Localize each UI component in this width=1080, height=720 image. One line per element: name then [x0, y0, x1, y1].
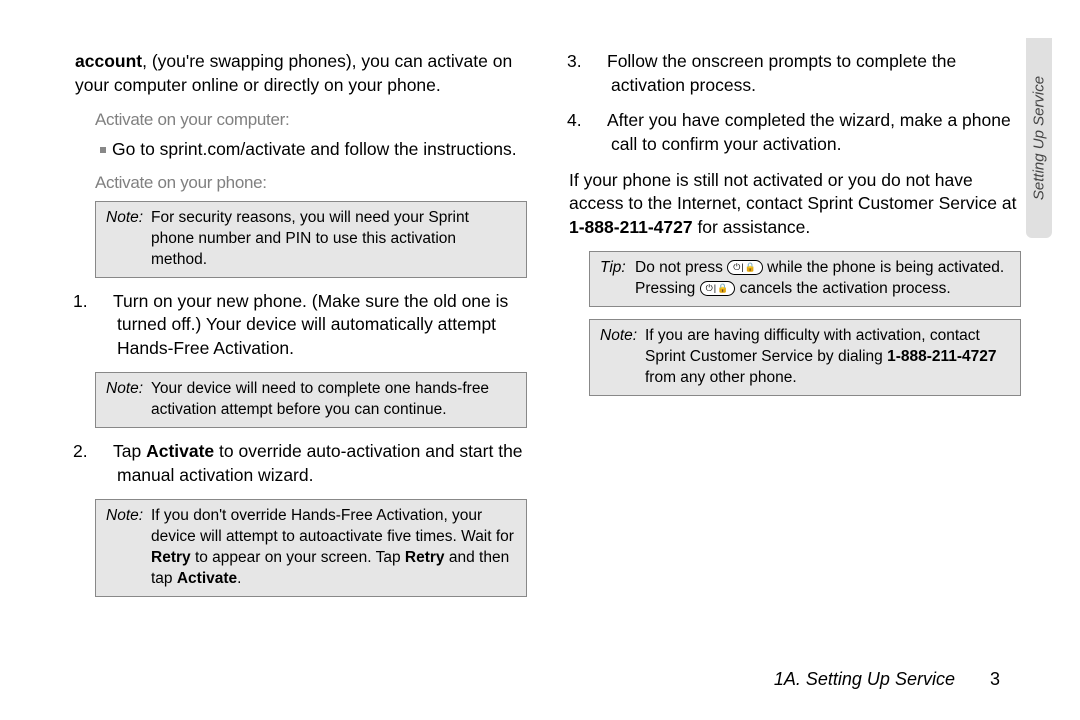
step-1: 1.Turn on your new phone. (Make sure the… — [95, 290, 527, 361]
step-text-a: Tap — [113, 441, 146, 461]
step-number: 4. — [589, 109, 607, 133]
note-body: For security reasons, you will need your… — [151, 208, 516, 271]
step-text: After you have completed the wizard, mak… — [607, 110, 1011, 154]
steps-list-right: 3.Follow the onscreen prompts to complet… — [569, 50, 1021, 157]
step-number: 1. — [95, 290, 113, 314]
subhead-phone: Activate on your phone: — [95, 172, 527, 195]
note-label: Note: — [600, 326, 645, 389]
note-label: Note: — [106, 379, 151, 421]
subhead-computer: Activate on your computer: — [95, 109, 527, 132]
step-text: Follow the onscreen prompts to complete … — [607, 51, 956, 95]
step-number: 2. — [95, 440, 113, 464]
t: If you don't override Hands-Free Activat… — [151, 507, 514, 545]
note-body: If you don't override Hands-Free Activat… — [151, 506, 516, 590]
bullet-computer: Go to sprint.com/activate and follow the… — [100, 138, 527, 162]
tip-body: Do not press while the phone is being ac… — [635, 258, 1010, 300]
tip-label: Tip: — [600, 258, 635, 300]
t: from any other phone. — [645, 369, 797, 386]
steps-list-left-2: 2.Tap Activate to override auto-activati… — [75, 440, 527, 487]
step-number: 3. — [589, 50, 607, 74]
intro-lead: account — [75, 51, 142, 71]
step-3: 3.Follow the onscreen prompts to complet… — [589, 50, 1021, 97]
note-body: If you are having difficulty with activa… — [645, 326, 1010, 389]
step-text: Turn on your new phone. (Make sure the o… — [113, 291, 508, 358]
note-box-1: Note: For security reasons, you will nee… — [95, 201, 527, 278]
note-body: Your device will need to complete one ha… — [151, 379, 516, 421]
t: to appear on your screen. Tap — [191, 549, 405, 566]
step-text-b: Activate — [146, 441, 214, 461]
power-lock-icon — [700, 281, 736, 296]
intro-paragraph: account, (you're swapping phones), you c… — [75, 50, 527, 97]
manual-page: account, (you're swapping phones), you c… — [0, 0, 1080, 720]
t: for assistance. — [693, 217, 811, 237]
left-column: account, (you're swapping phones), you c… — [75, 50, 527, 609]
two-column-layout: account, (you're swapping phones), you c… — [75, 50, 1040, 609]
t: . — [237, 570, 241, 587]
t: If your phone is still not activated or … — [569, 170, 1016, 214]
power-lock-icon — [727, 260, 763, 275]
phone-number: 1-888-211-4727 — [887, 348, 996, 365]
page-footer: 1A. Setting Up Service 3 — [774, 669, 1000, 690]
note-label: Note: — [106, 506, 151, 590]
footer-section-title: 1A. Setting Up Service — [774, 669, 955, 689]
t: Do not press — [635, 259, 727, 276]
note-box-2: Note: Your device will need to complete … — [95, 372, 527, 428]
t: Retry — [405, 549, 445, 566]
square-bullet-icon — [100, 147, 106, 153]
step-4: 4.After you have completed the wizard, m… — [589, 109, 1021, 156]
steps-list-left: 1.Turn on your new phone. (Make sure the… — [75, 290, 527, 361]
note-label: Note: — [106, 208, 151, 271]
note-box-4: Note: If you are having difficulty with … — [589, 319, 1021, 396]
side-tab: Setting Up Service — [1026, 38, 1052, 238]
tip-box: Tip: Do not press while the phone is bei… — [589, 251, 1021, 307]
assistance-paragraph: If your phone is still not activated or … — [569, 169, 1021, 240]
phone-number: 1-888-211-4727 — [569, 217, 693, 237]
step-2: 2.Tap Activate to override auto-activati… — [95, 440, 527, 487]
footer-page-number: 3 — [990, 669, 1000, 689]
side-tab-label: Setting Up Service — [1031, 76, 1048, 200]
t: Activate — [177, 570, 237, 587]
right-column: 3.Follow the onscreen prompts to complet… — [569, 50, 1021, 609]
note-box-3: Note: If you don't override Hands-Free A… — [95, 499, 527, 597]
bullet-text: Go to sprint.com/activate and follow the… — [112, 139, 517, 159]
t: Retry — [151, 549, 191, 566]
t: cancels the activation process. — [735, 280, 950, 297]
